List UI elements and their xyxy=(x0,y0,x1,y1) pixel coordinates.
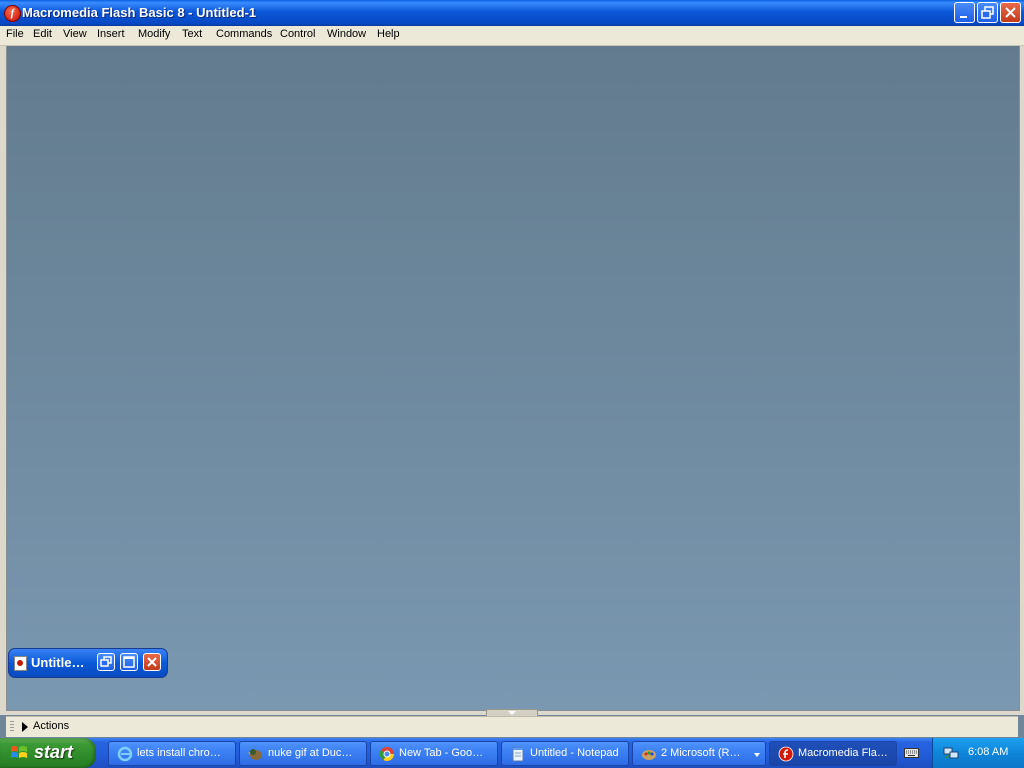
system-tray: 6:08 AM xyxy=(932,738,1024,768)
document-maximize-button[interactable] xyxy=(120,653,138,671)
start-button[interactable]: start xyxy=(0,738,96,768)
menu-edit[interactable]: Edit xyxy=(31,28,54,40)
clock[interactable]: 6:08 AM xyxy=(968,746,1008,758)
close-button[interactable] xyxy=(1000,2,1021,23)
document-restore-button[interactable] xyxy=(97,653,115,671)
restore-icon xyxy=(100,656,112,667)
menu-window[interactable]: Window xyxy=(325,28,368,40)
duck-icon xyxy=(248,749,262,760)
start-label: start xyxy=(34,742,74,762)
workspace-frame xyxy=(0,46,1024,715)
menu-file[interactable]: File xyxy=(4,28,26,40)
menu-help[interactable]: Help xyxy=(375,28,402,40)
actions-panel-label[interactable]: Actions xyxy=(33,720,69,732)
menu-modify[interactable]: Modify xyxy=(136,28,172,40)
menu-text[interactable]: Text xyxy=(180,28,204,40)
restore-icon xyxy=(981,6,994,19)
task-duckduckgo[interactable]: nuke gif at Duc… xyxy=(239,741,367,766)
panel-grip-icon[interactable] xyxy=(10,721,14,733)
document-close-button[interactable] xyxy=(143,653,161,671)
task-label: Untitled - Notepad xyxy=(530,747,619,759)
chevron-down-icon xyxy=(754,753,760,757)
flash-icon xyxy=(778,746,794,762)
task-label: Macromedia Fla… xyxy=(798,747,888,759)
task-chrome[interactable]: New Tab - Goo… xyxy=(370,741,498,766)
document-title: Untitle… xyxy=(31,655,85,670)
menu-bar: File Edit View Insert Modify Text Comman… xyxy=(0,26,1024,46)
actions-panel-header[interactable]: Actions xyxy=(6,716,1018,737)
restore-button[interactable] xyxy=(977,2,998,23)
flash-document-icon xyxy=(14,656,27,671)
task-label: 2 Microsoft (R… xyxy=(661,747,741,759)
title-bar[interactable]: f Macromedia Flash Basic 8 - Untitled-1 xyxy=(0,0,1024,26)
menu-view[interactable]: View xyxy=(61,28,89,40)
flash-app-icon[interactable]: f xyxy=(4,5,21,22)
menu-commands[interactable]: Commands xyxy=(214,28,274,40)
mdi-workspace[interactable] xyxy=(6,46,1020,711)
windows-logo-icon xyxy=(11,746,27,758)
task-label: lets install chro… xyxy=(137,747,221,759)
network-icon[interactable] xyxy=(943,745,959,761)
task-internet-explorer[interactable]: lets install chro… xyxy=(108,741,236,766)
minimize-button[interactable] xyxy=(954,2,975,23)
expand-arrow-icon[interactable] xyxy=(22,722,28,732)
minimize-icon xyxy=(960,16,967,18)
taskbar: start lets install chro… nuke gif at Duc… xyxy=(0,738,1024,768)
menu-control[interactable]: Control xyxy=(278,28,317,40)
minimized-document-window[interactable]: Untitle… xyxy=(8,648,168,678)
task-microsoft-group[interactable]: 2 Microsoft (R… xyxy=(632,741,766,766)
notepad-icon xyxy=(512,747,524,762)
menu-insert[interactable]: Insert xyxy=(95,28,127,40)
task-macromedia-flash[interactable]: Macromedia Fla… xyxy=(769,741,897,766)
maximize-icon xyxy=(123,656,135,668)
close-icon xyxy=(147,657,157,667)
window-title: Macromedia Flash Basic 8 - Untitled-1 xyxy=(22,5,257,20)
task-notepad[interactable]: Untitled - Notepad xyxy=(501,741,629,766)
task-label: nuke gif at Duc… xyxy=(268,747,353,759)
paint-icon xyxy=(642,750,656,760)
chrome-icon xyxy=(379,747,394,761)
task-label: New Tab - Goo… xyxy=(399,747,484,759)
keyboard-icon[interactable] xyxy=(904,746,919,758)
close-icon xyxy=(1005,7,1016,18)
internet-explorer-icon xyxy=(117,746,133,762)
